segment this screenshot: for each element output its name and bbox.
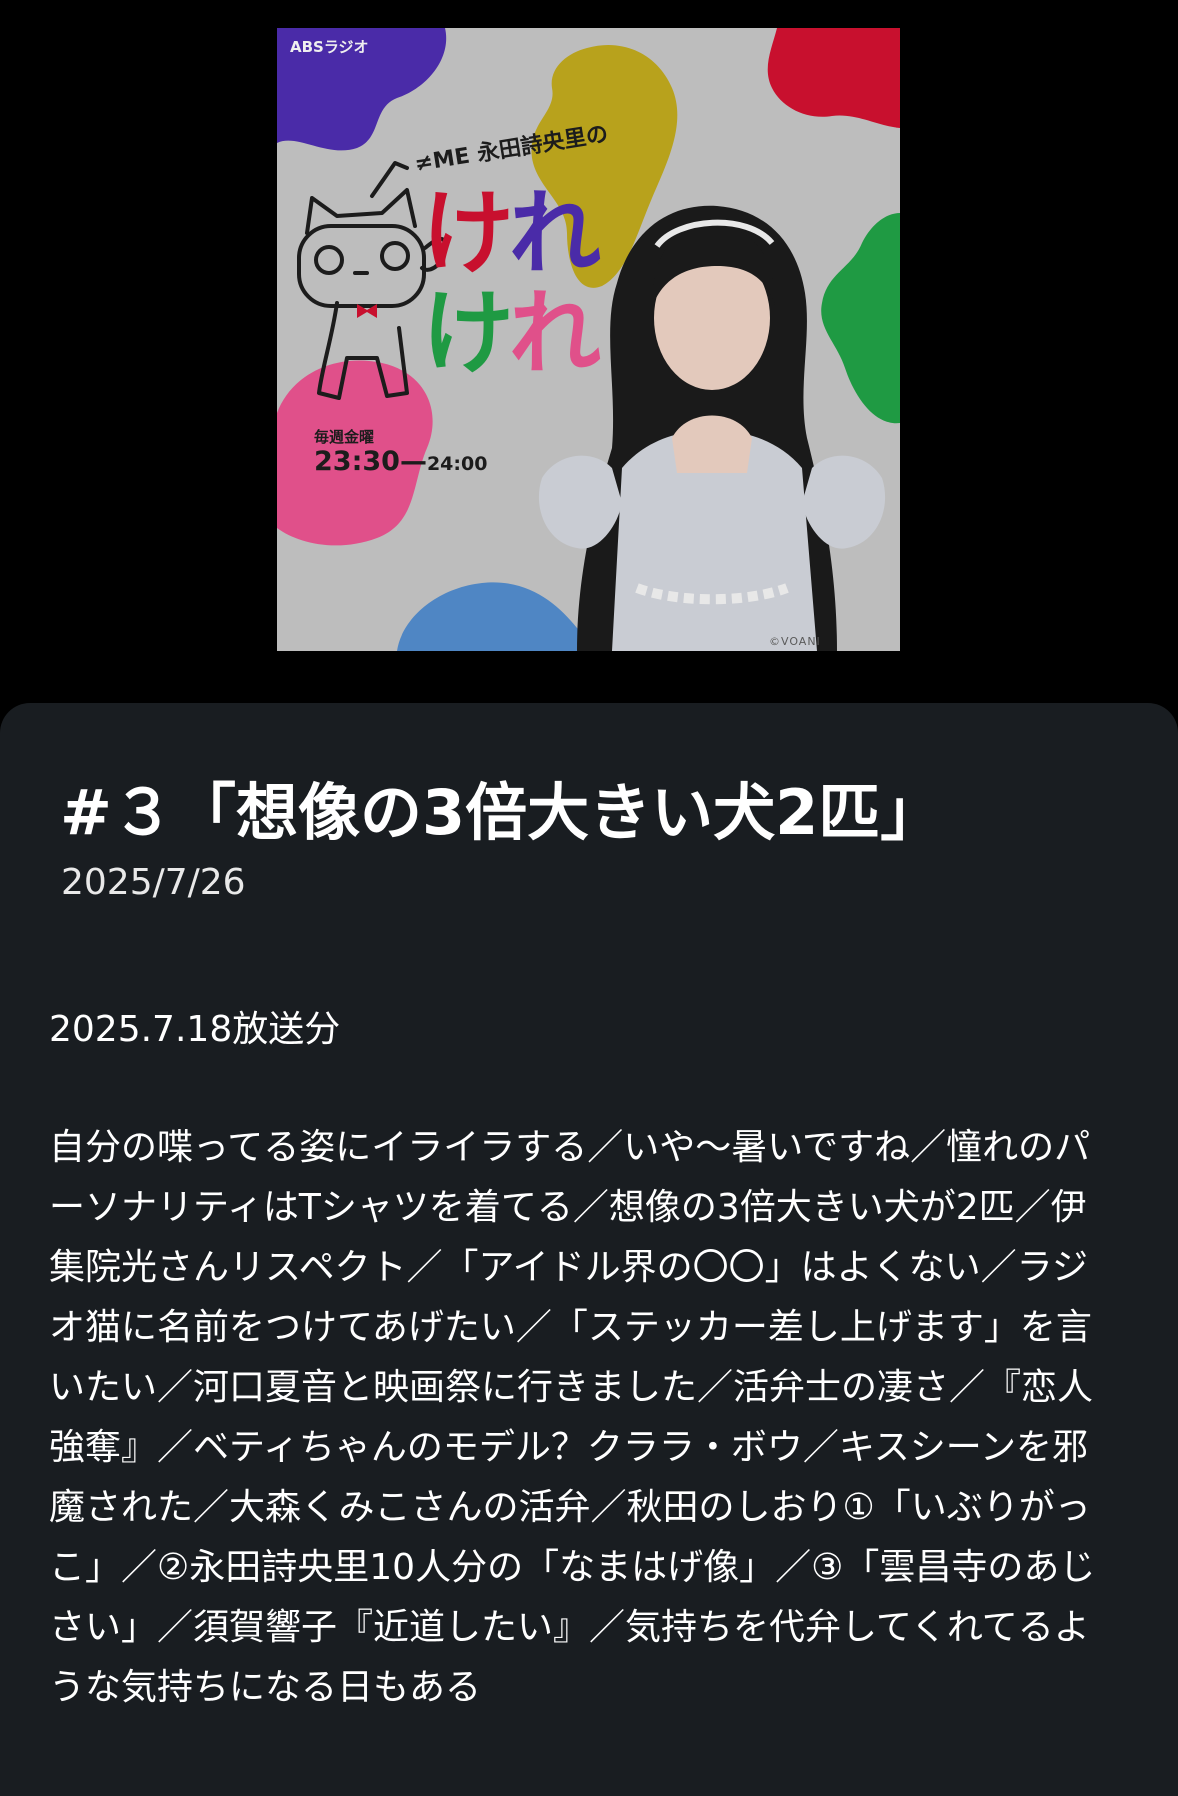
station-logo: ABSラジオ: [290, 38, 369, 56]
schedule-start: 23:30: [314, 446, 400, 477]
schedule-time: 23:30—24:00: [314, 446, 487, 477]
schedule-end: 24:00: [426, 453, 488, 475]
episode-date: 2025/7/26: [61, 862, 246, 903]
broadcast-date: 2025.7.18放送分: [49, 1009, 341, 1050]
copyright-credit: ©VOANI: [769, 635, 821, 648]
schedule-days: 毎週金曜: [314, 428, 375, 446]
schedule-dash: —: [399, 446, 427, 477]
program-title-char: れ: [509, 180, 602, 287]
episode-title: #３「想像の3倍大きい犬2匹」: [60, 776, 943, 849]
program-artwork: ABSラジオ ≠ME 永田詩央里の け れ け れ 毎週金曜 23:30—24:0…: [277, 28, 900, 651]
program-title-char: け: [422, 280, 515, 387]
program-title-char: れ: [509, 280, 602, 387]
program-title-char: け: [422, 180, 515, 287]
episode-description: 自分の喋ってる姿にイライラする／いや〜暑いですね／憧れのパーソナリティはTシャツ…: [49, 1127, 1096, 1708]
episode-detail-panel: #３「想像の3倍大きい犬2匹」 2025/7/26 2025.7.18放送分 自…: [0, 703, 1178, 1796]
